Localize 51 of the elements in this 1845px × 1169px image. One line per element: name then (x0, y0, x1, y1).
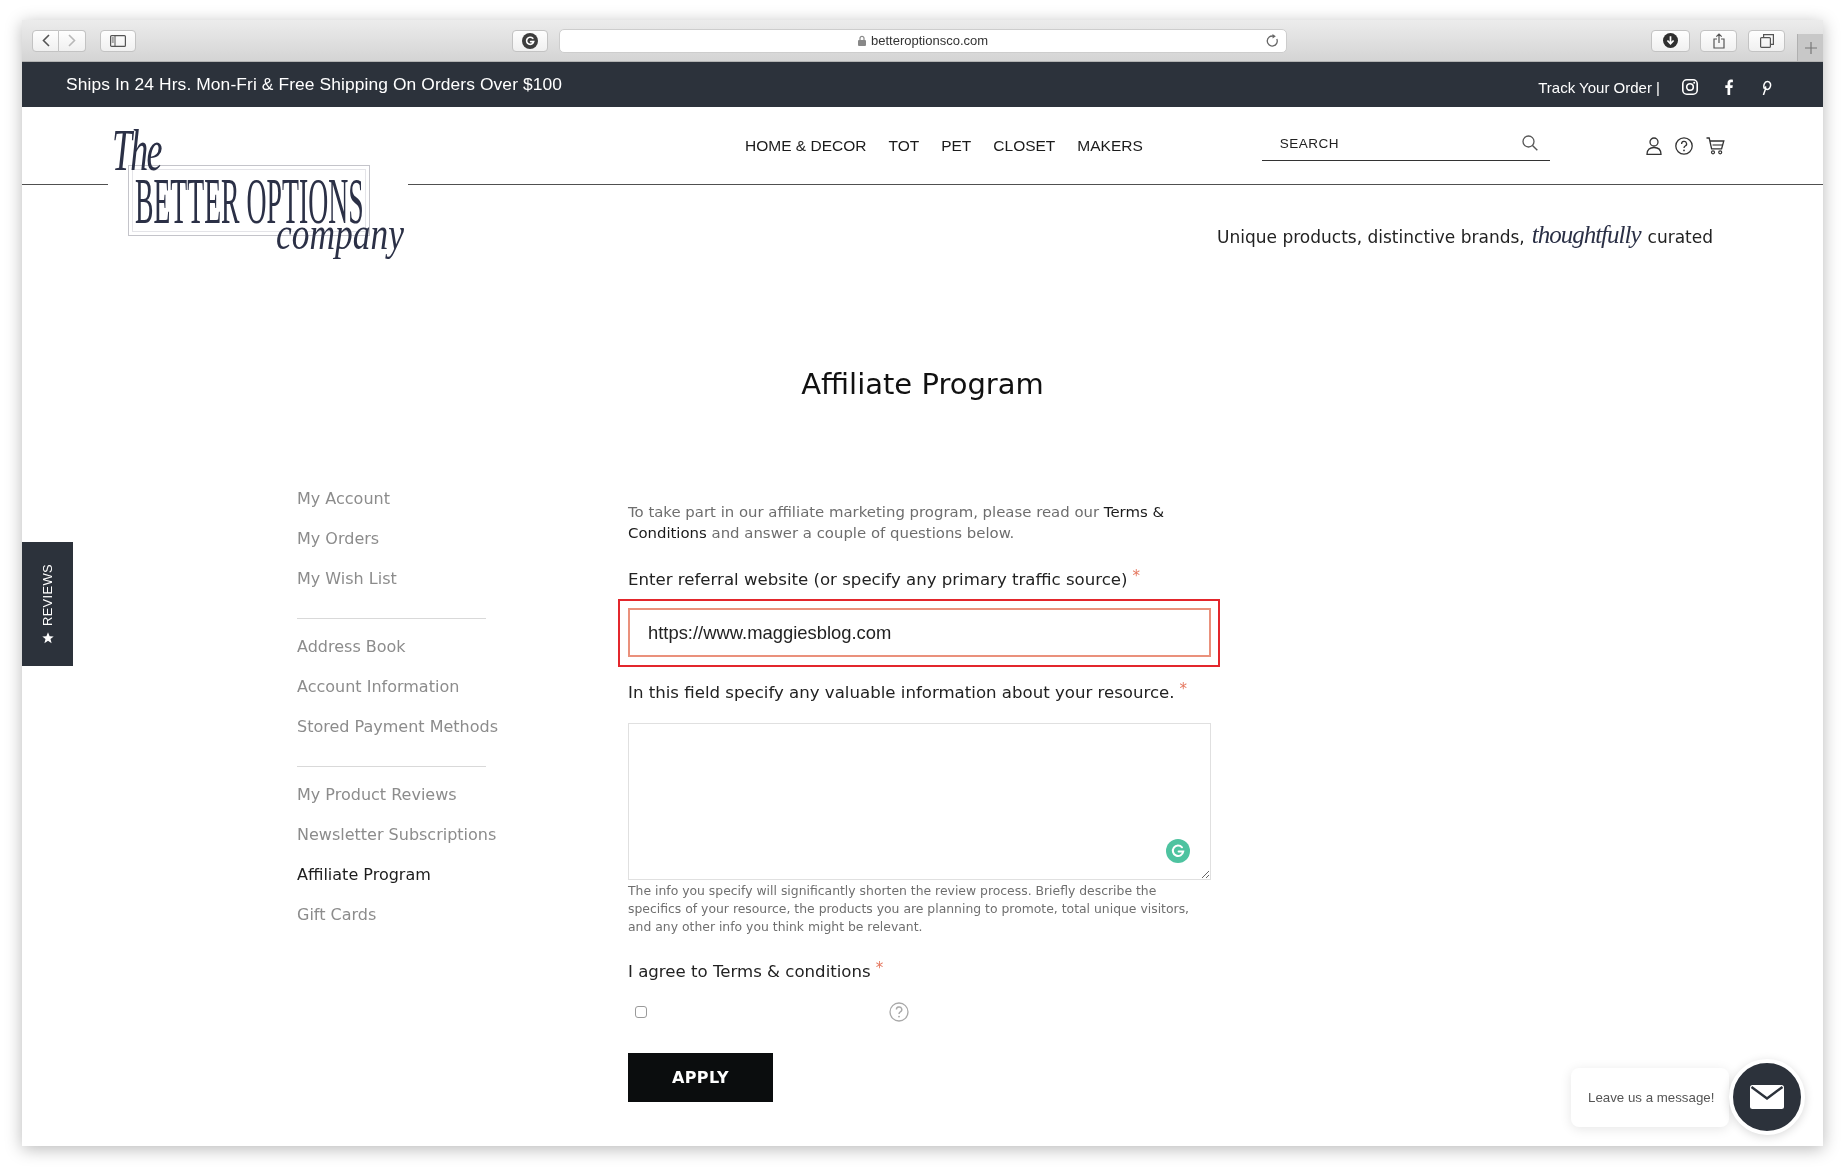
chevron-left-icon (41, 34, 50, 47)
nav-link[interactable]: MAKERS (1077, 136, 1143, 155)
tabs-button[interactable] (1748, 29, 1786, 52)
url-text: betteroptionsco.com (871, 33, 989, 48)
pinterest-icon[interactable] (1761, 79, 1772, 95)
downloads-button[interactable] (1651, 29, 1691, 52)
share-button[interactable] (1700, 29, 1738, 52)
nav-link[interactable]: TOT (888, 136, 920, 155)
nav-link[interactable]: CLOSET (993, 136, 1056, 155)
tagline-text: curated (1647, 227, 1713, 247)
sidebar-icon (110, 34, 126, 47)
address-bar[interactable]: betteroptionsco.com (558, 28, 1288, 53)
search-field[interactable]: SEARCH (1261, 126, 1550, 161)
share-icon (1712, 32, 1725, 49)
back-button[interactable] (32, 29, 59, 52)
field-hint: The info you specify will significantly shorten the review process. Briefly describe the specifics of your resource, the products you are planning to promote, total unique visitors, and any other info you think might be relevant. (628, 882, 1191, 936)
extension-button[interactable] (511, 29, 548, 52)
page-title: Affiliate Program (801, 366, 1044, 402)
chat-prompt[interactable]: Leave us a message! (1571, 1067, 1729, 1127)
lock-icon (858, 35, 866, 46)
nav-link[interactable]: HOME & DECOR (745, 136, 867, 155)
chevron-right-icon (68, 34, 76, 47)
apply-button[interactable]: APPLY (628, 1053, 773, 1102)
search-icon[interactable] (1521, 135, 1538, 151)
sidebar-link[interactable]: Affiliate Program (297, 855, 431, 895)
tagline-script-text: thoughtfully (1531, 221, 1641, 249)
envelope-icon (1750, 1085, 1784, 1109)
instagram-icon[interactable] (1682, 79, 1698, 95)
field-label: In this field specify any valuable information about your resource. * (628, 681, 1189, 704)
g-circle-icon (521, 32, 538, 49)
help-icon[interactable] (1674, 136, 1693, 155)
tabs-icon (1759, 33, 1774, 48)
facebook-icon[interactable] (1725, 79, 1733, 95)
download-icon (1663, 33, 1679, 48)
field-label: I agree to Terms & conditions * (628, 960, 885, 983)
tagline-text: Unique products, distinctive brands, (1217, 227, 1525, 247)
reviews-tab[interactable]: REVIEWS (22, 542, 73, 666)
star-icon (41, 632, 54, 645)
reload-icon[interactable] (1266, 33, 1280, 48)
checkbox[interactable] (635, 1006, 647, 1018)
nav-link[interactable]: PET (941, 136, 972, 155)
user-icon[interactable] (1645, 136, 1662, 155)
cart-icon[interactable] (1705, 136, 1725, 155)
track-order-link[interactable]: Track Your Order | (1538, 78, 1660, 96)
plus-icon (1804, 41, 1817, 54)
shipping-notice: Ships In 24 Hrs. Mon-Fri & Free Shipping On Orders Over $100 (66, 74, 563, 95)
sidebar-link[interactable]: My Orders (297, 519, 380, 559)
field-label: Enter referral website (or specify any primary traffic source) * (628, 568, 1141, 591)
sidebar-toggle-button[interactable] (100, 29, 136, 52)
website-input-field[interactable]: https://www.maggiesblog.com (628, 608, 1211, 657)
intro-text: To take part in our affiliate marketing program, please read our Terms & Conditions and answer a couple of questions below. (628, 502, 1166, 544)
